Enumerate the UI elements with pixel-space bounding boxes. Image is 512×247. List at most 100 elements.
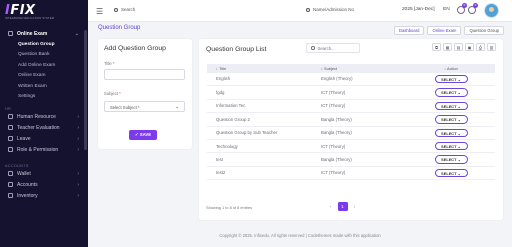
- people-icon: [8, 114, 13, 119]
- column-header-title[interactable]: ↓ Title: [207, 64, 312, 73]
- sidebar-subitem-add-online-exam[interactable]: Add Online Exam: [0, 60, 88, 71]
- question-group-list-card: Question Group List Search... ⧉ ▦ ▤ ▣ ⎙ …: [199, 39, 503, 220]
- row-subject: ICT (Theory): [312, 99, 407, 114]
- add-form-title: Add Question Group: [104, 45, 166, 52]
- menu-search[interactable]: Search: [114, 7, 135, 12]
- list-title: Question Group List: [206, 46, 267, 53]
- student-search-input[interactable]: Name/Admission No: [306, 7, 354, 12]
- sidebar: IFIX INTEGRATED EDUCATION SYSTEM Online …: [0, 0, 88, 247]
- sidebar-item-role-permission[interactable]: Role & Permission ›: [0, 144, 88, 155]
- select-dropdown-button[interactable]: SELECT ⌄: [434, 155, 468, 164]
- sidebar-item-inventory[interactable]: Inventory ›: [0, 190, 88, 201]
- sidebar-item-label: Inventory: [17, 192, 38, 199]
- row-title: Question Group by Sub Teacher: [207, 126, 312, 140]
- table-row: Question Group 2 Bangla (Theory) SELECT …: [207, 112, 495, 127]
- sidebar-subitem-online-exam[interactable]: Online Exam: [0, 71, 88, 82]
- footer: Copyright © 2025. Infixedu. All rights r…: [219, 233, 381, 238]
- breadcrumb-question-group[interactable]: Question Group: [464, 26, 504, 35]
- menu-search-label: Search: [121, 7, 136, 12]
- select-dropdown-button[interactable]: SELECT ⌄: [434, 168, 468, 178]
- chevron-right-icon: ›: [77, 181, 79, 188]
- chevron-down-icon: ⌄: [175, 104, 179, 109]
- column-visibility-icon[interactable]: ▥: [487, 43, 496, 51]
- entries-info: Showing 1 to 8 of 8 entries: [206, 205, 253, 210]
- search-icon: [114, 7, 118, 12]
- select-dropdown-button[interactable]: SELECT ⌄: [434, 88, 468, 97]
- row-title: test: [207, 152, 312, 167]
- avatar[interactable]: [484, 3, 499, 18]
- select-dropdown-button[interactable]: SELECT ⌄: [434, 74, 468, 84]
- search-icon: [306, 7, 310, 12]
- row-subject: English (Theory): [312, 72, 407, 87]
- topbar: ☰ Search Name/Admission No 2025 [Jan-Dec…: [88, 0, 512, 22]
- sidebar-item-label: Accounts: [17, 181, 38, 188]
- table-row: test2 ICT (Theory) SELECT ⌄: [207, 166, 495, 181]
- row-subject: Bangla (Theory): [312, 112, 407, 127]
- key-icon: [8, 147, 13, 152]
- breadcrumb: Dashboard Online Exam Question Group: [393, 26, 504, 35]
- row-subject: Bangla (Theory): [312, 126, 407, 140]
- column-header-subject[interactable]: ↓ Subject: [312, 64, 407, 73]
- sidebar-item-online-exam[interactable]: Online Exam ⌄: [0, 28, 88, 39]
- select-dropdown-button[interactable]: SELECT ⌄: [434, 141, 468, 151]
- sidebar-item-label: Human Resource: [17, 113, 56, 120]
- next-page-button[interactable]: ›: [354, 204, 356, 209]
- logo-tagline: INTEGRATED EDUCATION SYSTEM: [5, 17, 55, 20]
- pdf-icon[interactable]: ▣: [465, 43, 474, 51]
- evaluation-icon: [8, 125, 13, 130]
- sidebar-section-accounts: ACCOUNTS: [5, 164, 29, 168]
- row-title: Question Group 2: [207, 112, 312, 127]
- excel-icon[interactable]: ▦: [443, 43, 452, 51]
- row-title: Information Tec: [207, 99, 312, 114]
- subject-select[interactable]: Select Subject * ⌄: [104, 101, 185, 112]
- sidebar-item-leave[interactable]: Leave ›: [0, 133, 88, 144]
- prev-page-button[interactable]: ‹: [330, 204, 332, 209]
- sidebar-item-teacher-evaluation[interactable]: Teacher Evaluation ›: [0, 122, 88, 133]
- pagination: ‹ 1 ›: [330, 202, 355, 211]
- column-header-action[interactable]: ↓ Action: [407, 64, 495, 73]
- notification-badge: 0: [462, 3, 467, 8]
- chevron-right-icon: ›: [77, 113, 79, 120]
- sidebar-item-human-resource[interactable]: Human Resource ›: [0, 111, 88, 122]
- sidebar-item-label: Wallet: [17, 170, 31, 177]
- sidebar-item-label: Online Exam: [17, 30, 48, 37]
- sidebar-item-label: Role & Permission: [17, 146, 59, 153]
- add-question-group-card: Add Question Group Title * Subject * Sel…: [98, 39, 192, 149]
- breadcrumb-dashboard[interactable]: Dashboard: [393, 26, 425, 35]
- list-search-input[interactable]: Search...: [306, 43, 360, 53]
- session-selector[interactable]: 2025 [Jan-Dec]: [402, 7, 435, 12]
- accounts-icon: [8, 182, 13, 187]
- student-search-placeholder: Name/Admission No: [313, 7, 355, 12]
- row-title: English: [207, 72, 312, 87]
- copy-icon[interactable]: ⧉: [432, 43, 441, 51]
- subject-select-value: Select Subject *: [110, 105, 140, 110]
- print-icon[interactable]: ⎙: [476, 43, 485, 51]
- page-number-button[interactable]: 1: [337, 202, 348, 211]
- row-title: test2: [207, 166, 312, 181]
- sidebar-subitem-question-bank[interactable]: Question Bank: [0, 50, 88, 61]
- sidebar-subitem-written-exam[interactable]: Written Exam: [0, 81, 88, 92]
- save-button[interactable]: ✓ SAVE: [129, 130, 157, 140]
- subject-label: Subject *: [104, 91, 121, 96]
- title-input[interactable]: [104, 69, 185, 80]
- sidebar-item-accounts[interactable]: Accounts ›: [0, 179, 88, 190]
- question-group-table: ↓ Title ↓ Subject ↓ Action English Engli…: [207, 64, 495, 181]
- inventory-icon: [8, 193, 13, 198]
- logo[interactable]: IFIX INTEGRATED EDUCATION SYSTEM: [0, 0, 88, 22]
- sidebar-subitem-settings[interactable]: Settings: [0, 92, 88, 103]
- export-toolbar: ⧉ ▦ ▤ ▣ ⎙ ▥: [432, 43, 496, 51]
- sidebar-item-wallet[interactable]: Wallet ›: [0, 168, 88, 179]
- language-selector[interactable]: EN: [443, 7, 450, 12]
- page-title: Question Group: [98, 25, 141, 31]
- table-row: test Bangla (Theory) SELECT ⌄: [207, 152, 495, 167]
- row-subject: ICT (Theory): [312, 85, 407, 100]
- sidebar-item-label: Teacher Evaluation: [17, 124, 60, 131]
- csv-icon[interactable]: ▤: [454, 43, 463, 51]
- select-dropdown-button[interactable]: SELECT ⌄: [434, 101, 468, 111]
- chevron-right-icon: ›: [77, 135, 79, 142]
- hamburger-menu-icon[interactable]: ☰: [96, 7, 103, 16]
- sidebar-subitem-question-group[interactable]: Question Group: [0, 39, 88, 50]
- select-dropdown-button[interactable]: SELECT ⌄: [434, 128, 468, 137]
- breadcrumb-online-exam[interactable]: Online Exam: [427, 26, 462, 35]
- select-dropdown-button[interactable]: SELECT ⌄: [434, 115, 468, 124]
